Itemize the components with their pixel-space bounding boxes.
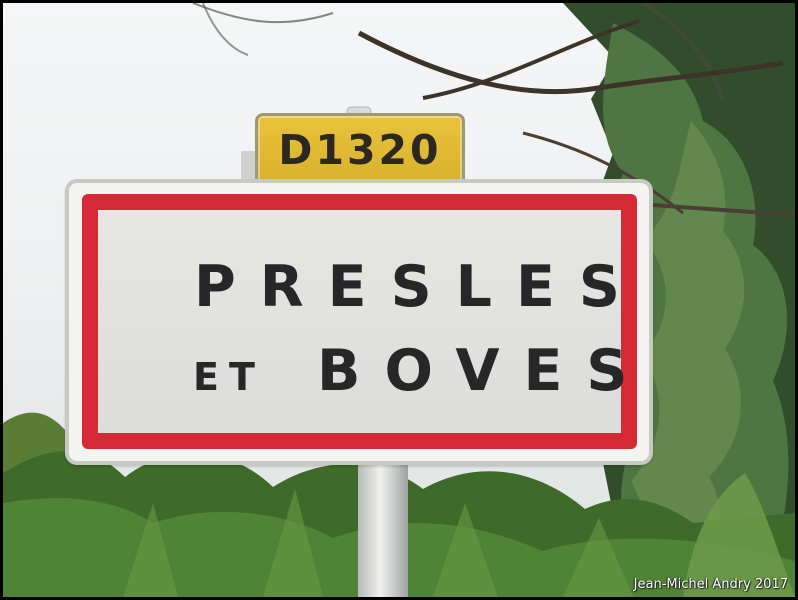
town-name-line-2: BOVES [317,338,652,404]
photo: D1320 PRESLES ET BOVES Jean-Michel Andry… [3,3,795,597]
route-sign: D1320 [255,113,465,187]
town-sign: PRESLES ET BOVES [65,179,653,465]
photo-credit: Jean-Michel Andry 2017 [633,577,788,592]
photo-frame: D1320 PRESLES ET BOVES Jean-Michel Andry… [0,0,798,600]
town-name-connector: ET [193,355,265,399]
route-sign-text: D1320 [278,126,442,174]
town-sign-panel: PRESLES ET BOVES [82,194,637,449]
town-name-line-1: PRESLES [194,254,644,320]
